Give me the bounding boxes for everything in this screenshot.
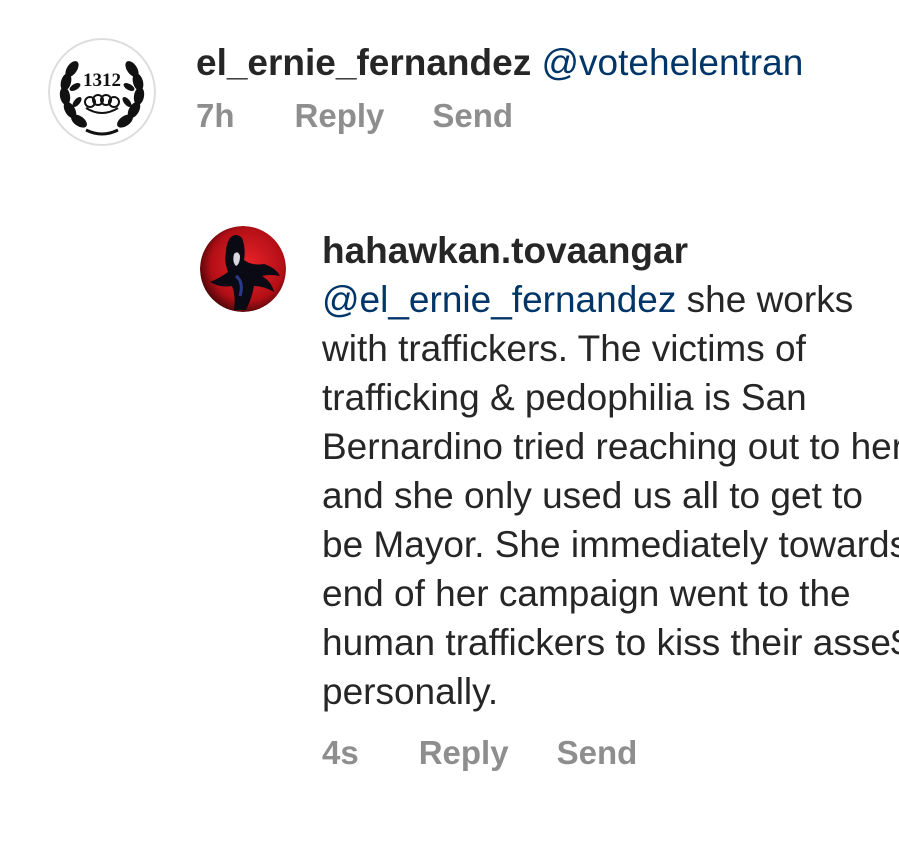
laurel-wreath-1312-icon: 1312 [48,38,156,146]
comment-text: hahawkan.tovaangar @el_ernie_fernandez s… [322,226,899,716]
comment-mention[interactable]: @el_ernie_fernandez [322,279,676,320]
avatar[interactable]: 1312 [48,38,156,146]
comment-body: el_ernie_fernandez @votehelentran 7h Rep… [196,38,896,135]
send-button[interactable]: Send [557,734,638,772]
red-moon-figure-icon [200,226,286,312]
reply-button[interactable]: Reply [419,734,509,772]
badge-text: 1312 [83,70,121,91]
comment-timestamp: 4s [322,734,359,771]
comment-meta: 4s Reply Send [322,734,899,772]
comment-mention[interactable]: @votehelentran [542,42,804,83]
comments-thread: 1312 el_ernie_fernandez @votehelentran 7… [0,0,899,865]
send-button[interactable]: Send [432,97,513,135]
comment-body: hahawkan.tovaangar @el_ernie_fernandez s… [322,226,899,772]
comment-timestamp: 7h [196,97,235,134]
comment-username[interactable]: hahawkan.tovaangar [322,230,688,271]
reply-button[interactable]: Reply [295,97,385,135]
comment-content: she works with traffickers. The victims … [322,279,899,712]
avatar[interactable] [200,226,286,312]
comment-username[interactable]: el_ernie_fernandez [196,42,531,83]
comment-meta: 7h Reply Send [196,97,896,135]
comment-text: el_ernie_fernandez @votehelentran [196,38,896,87]
